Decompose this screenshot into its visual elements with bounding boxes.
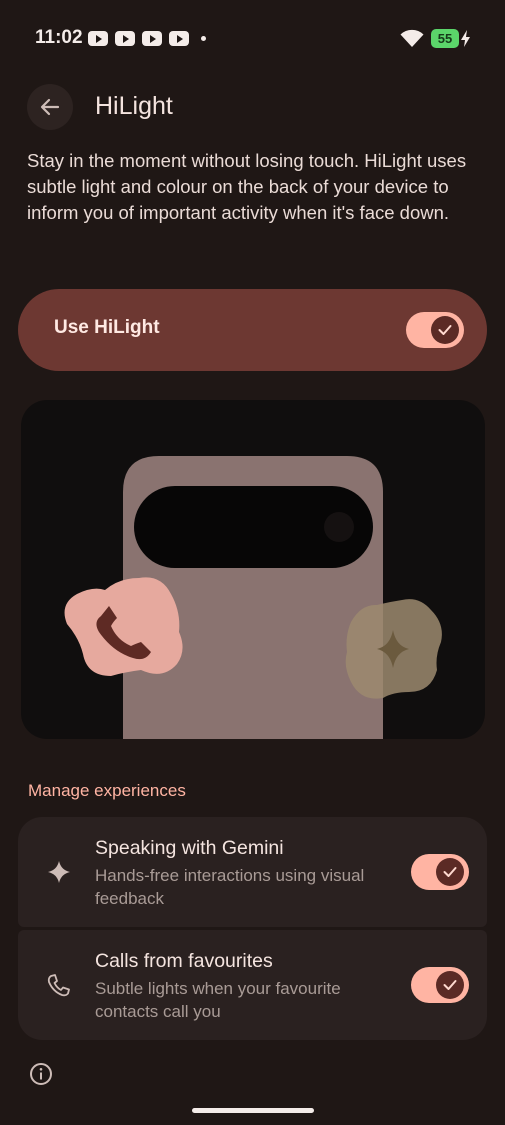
switch-thumb [436,971,464,999]
info-icon[interactable] [29,1062,53,1086]
sparkle-icon [48,861,70,883]
check-icon [443,980,457,990]
page-title: HiLight [95,92,173,120]
youtube-icon [115,31,135,46]
use-hilight-label: Use HiLight [54,317,160,338]
battery-icon: 55 [431,29,459,48]
switch-thumb [436,858,464,886]
charging-icon [461,30,470,47]
youtube-icon [169,31,189,46]
check-icon [443,867,457,877]
check-icon [438,325,452,335]
status-time: 11:02 [35,27,83,48]
use-hilight-toggle-row[interactable]: Use HiLight [18,289,487,371]
back-button[interactable] [27,84,73,130]
gemini-switch[interactable] [411,854,469,890]
gemini-title: Speaking with Gemini [95,837,284,859]
youtube-icon [88,31,108,46]
favourite-calls-experience-row[interactable]: Calls from favourites Subtle lights when… [18,930,487,1040]
section-heading: Manage experiences [28,781,186,800]
phone-back-illustration [64,456,442,739]
gemini-subtitle: Hands-free interactions using visual fee… [95,866,365,908]
calls-subtitle: Subtle lights when your favourite contac… [95,979,341,1021]
hilight-illustration [21,400,485,739]
youtube-icon [142,31,162,46]
description-text: Stay in the moment without losing touch.… [27,150,467,223]
wifi-icon [400,29,424,47]
calls-switch[interactable] [411,967,469,1003]
gesture-navigation-handle[interactable] [192,1108,314,1113]
calls-title: Calls from favourites [95,950,273,972]
arrow-back-icon [40,98,60,116]
more-notifications-dot [201,36,206,41]
status-bar: 11:02 55 [0,0,505,78]
switch-thumb [431,316,459,344]
phone-icon [47,974,70,997]
gemini-experience-row[interactable]: Speaking with Gemini Hands-free interact… [18,817,487,927]
use-hilight-switch[interactable] [406,312,464,348]
